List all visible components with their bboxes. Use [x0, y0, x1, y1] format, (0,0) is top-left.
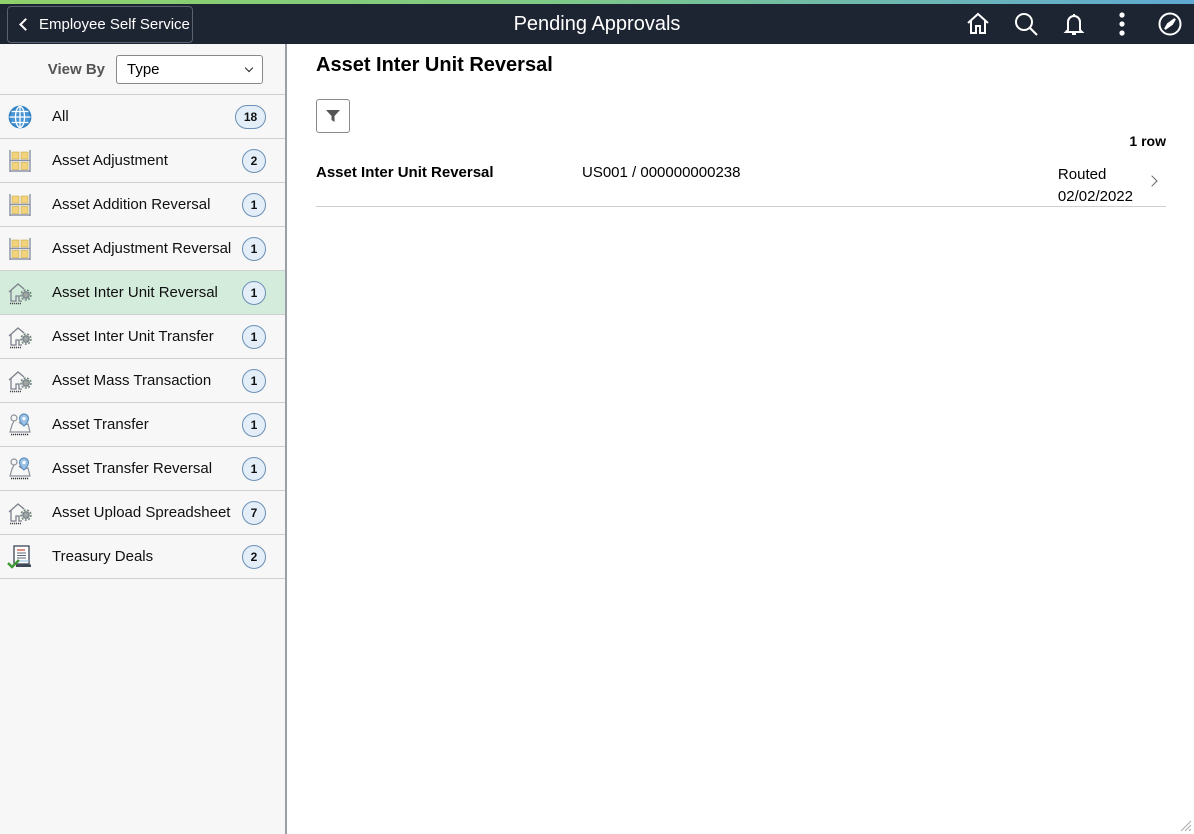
resize-grip-icon[interactable] [1178, 818, 1192, 832]
actions-menu-button[interactable] [1098, 4, 1146, 44]
house-gear-icon [0, 368, 52, 394]
count-badge: 1 [242, 456, 266, 481]
sidebar-item-treasury-deals[interactable]: Treasury Deals 2 [0, 535, 285, 579]
filter-button[interactable] [316, 99, 350, 133]
sidebar-item-asset-transfer-reversal[interactable]: Asset Transfer Reversal 1 [0, 447, 285, 491]
sidebar-item-asset-transfer[interactable]: Asset Transfer 1 [0, 403, 285, 447]
view-by-row: View By Type [0, 44, 285, 95]
row-date: 02/02/2022 [1057, 188, 1133, 205]
home-icon [967, 12, 989, 34]
sidebar: View By Type All 18 Asset Adjustment 2 Asset… [0, 44, 287, 834]
search-button[interactable] [1002, 4, 1050, 44]
count-badge: 18 [235, 104, 266, 129]
count-badge: 1 [242, 368, 266, 393]
count-badge: 1 [242, 324, 266, 349]
header-bar: Employee Self Service Pending Approvals [0, 4, 1194, 44]
house-gear-icon [0, 324, 52, 350]
document-check-icon [0, 544, 52, 570]
result-row[interactable]: Asset Inter Unit Reversal US001 / 000000… [316, 154, 1166, 207]
sidebar-item-asset-mass-transaction[interactable]: Asset Mass Transaction 1 [0, 359, 285, 403]
navbar-button[interactable] [1146, 4, 1194, 44]
actions-menu-icon [1119, 12, 1125, 36]
navbar-compass-icon [1158, 12, 1182, 36]
shelves-icon [0, 148, 52, 174]
house-gear-icon [0, 280, 52, 306]
main-content: Asset Inter Unit Reversal 1 row Asset In… [289, 44, 1194, 834]
sidebar-item-all[interactable]: All 18 [0, 95, 285, 139]
count-badge: 2 [242, 544, 266, 569]
shelves-icon [0, 236, 52, 262]
count-badge: 1 [242, 412, 266, 437]
sidebar-item-asset-upload-spreadsheet[interactable]: Asset Upload Spreadsheet 7 [0, 491, 285, 535]
count-badge: 1 [242, 192, 266, 217]
count-badge: 7 [242, 500, 266, 525]
sidebar-item-asset-adjustment[interactable]: Asset Adjustment 2 [0, 139, 285, 183]
search-icon [1015, 13, 1038, 36]
map-pin-icon [0, 412, 52, 438]
notifications-button[interactable] [1050, 4, 1098, 44]
row-count: 1 row [1129, 133, 1166, 149]
chevron-right-icon [1146, 175, 1158, 187]
count-badge: 1 [242, 280, 266, 305]
sidebar-item-asset-inter-unit-transfer[interactable]: Asset Inter Unit Transfer 1 [0, 315, 285, 359]
row-status-block: Routed 02/02/2022 [1058, 164, 1133, 208]
row-status: Routed [1057, 166, 1107, 183]
count-badge: 2 [242, 148, 266, 173]
home-button[interactable] [954, 4, 1002, 44]
house-gear-icon [0, 500, 52, 526]
view-by-label: View By [47, 60, 105, 78]
view-by-value: Type [127, 60, 160, 78]
globe-icon [0, 104, 52, 130]
type-list: All 18 Asset Adjustment 2 Asset Addition Rev… [0, 95, 285, 579]
sidebar-item-asset-addition-reversal[interactable]: Asset Addition Reversal 1 [0, 183, 285, 227]
back-button-label: Employee Self Service [39, 16, 190, 33]
section-title: Asset Inter Unit Reversal [316, 54, 553, 76]
notification-bell-icon [1063, 14, 1085, 35]
view-by-select[interactable]: Type [116, 54, 263, 84]
filter-icon [326, 110, 340, 122]
chevron-down-icon [244, 63, 254, 72]
back-button[interactable]: Employee Self Service [7, 6, 193, 43]
sidebar-item-asset-inter-unit-reversal[interactable]: Asset Inter Unit Reversal 1 [0, 271, 285, 315]
sidebar-item-asset-adjustment-reversal[interactable]: Asset Adjustment Reversal 1 [0, 227, 285, 271]
chevron-left-icon [19, 18, 32, 31]
row-identifier: US001 / 000000000238 [582, 164, 741, 181]
map-pin-icon [0, 456, 52, 482]
count-badge: 1 [242, 236, 266, 261]
row-title: Asset Inter Unit Reversal [316, 164, 494, 181]
shelves-icon [0, 192, 52, 218]
